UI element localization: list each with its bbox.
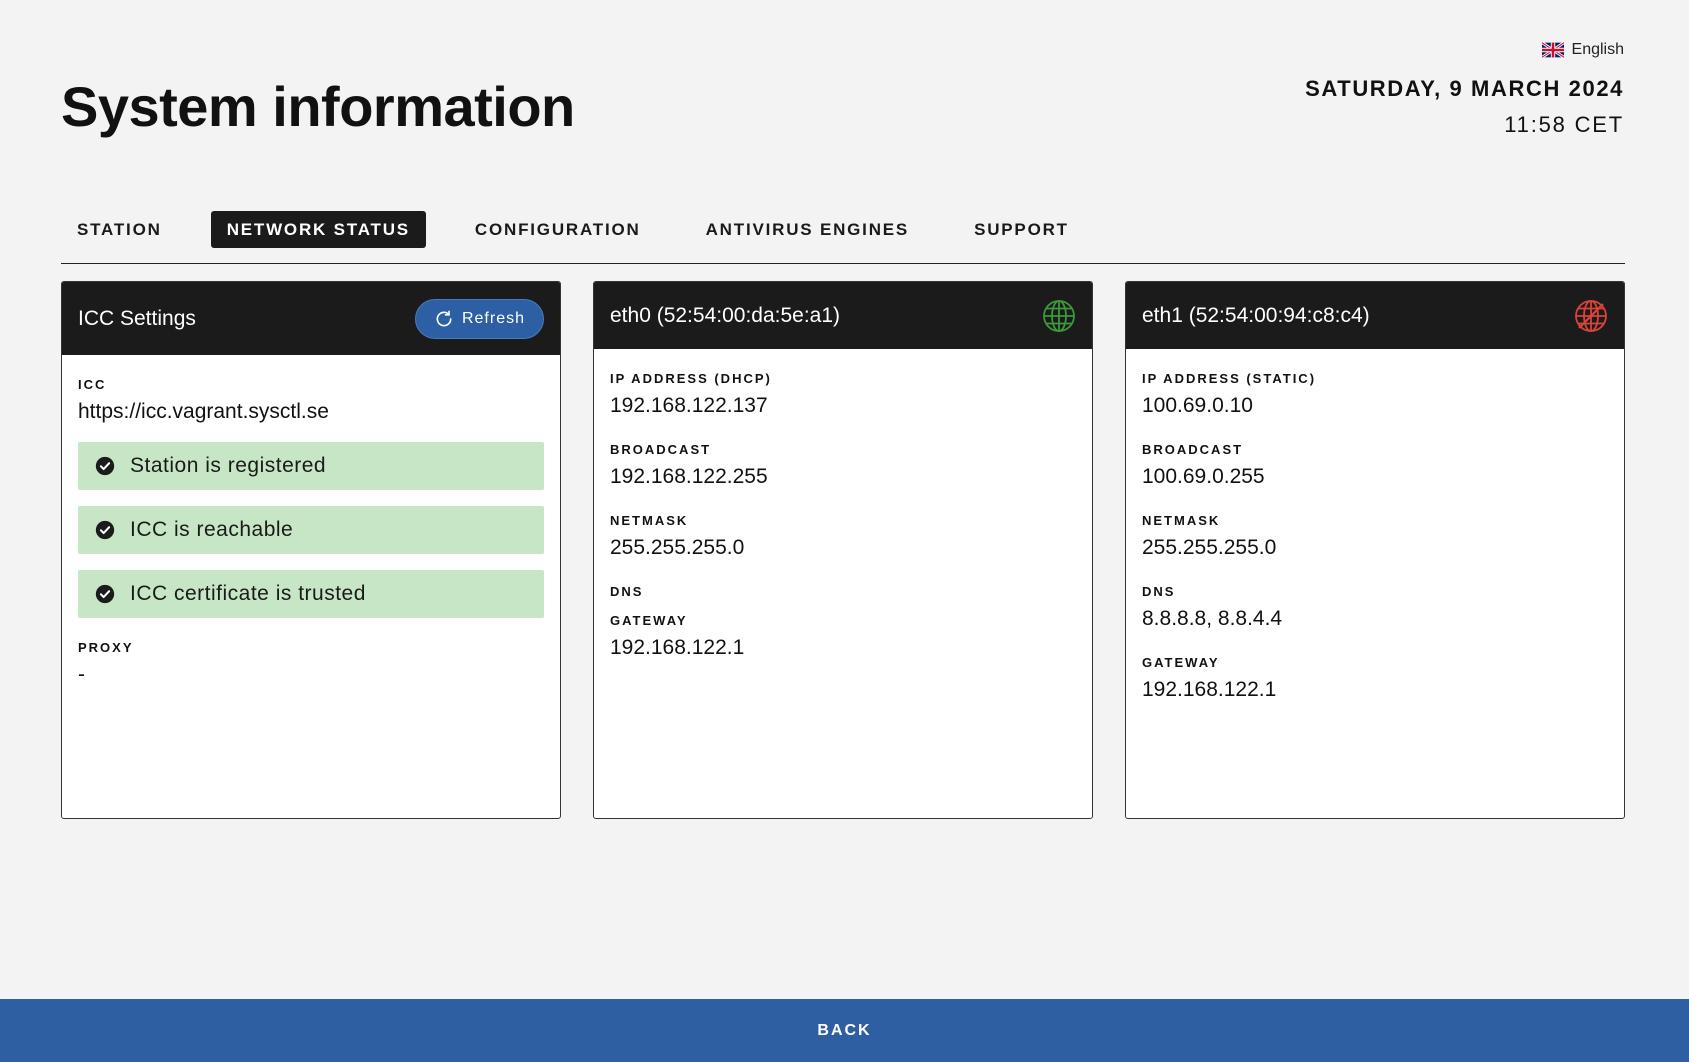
gateway-label: GATEWAY bbox=[1142, 655, 1220, 670]
icc-settings-card: ICC Settings Refresh ICC https://icc.vag… bbox=[61, 281, 561, 819]
icc-card-body: ICC https://icc.vagrant.sysctl.se Statio… bbox=[62, 355, 560, 729]
dns-value: 8.8.8.8, 8.8.4.4 bbox=[1142, 607, 1283, 630]
current-date: SATURDAY, 9 MARCH 2024 bbox=[1305, 76, 1624, 101]
status-text: Station is registered bbox=[130, 454, 327, 477]
ip-address-value: 100.69.0.10 bbox=[1142, 394, 1253, 417]
ip-address-label: IP ADDRESS (DHCP) bbox=[610, 371, 772, 386]
status-icc-reachable: ICC is reachable bbox=[78, 506, 544, 554]
tab-support[interactable]: SUPPORT bbox=[958, 211, 1085, 248]
page-title: System information bbox=[61, 75, 575, 138]
header-info: English SATURDAY, 9 MARCH 2024 11:58 CET bbox=[1305, 38, 1624, 138]
tab-network-status[interactable]: NETWORK STATUS bbox=[210, 211, 426, 248]
netmask-value: 255.255.255.0 bbox=[610, 536, 745, 559]
status-certificate-trusted: ICC certificate is trusted bbox=[78, 570, 544, 618]
ip-address-value: 192.168.122.137 bbox=[610, 394, 768, 417]
gateway-label: GATEWAY bbox=[610, 613, 688, 628]
netmask-label: NETMASK bbox=[1142, 513, 1221, 528]
refresh-label: Refresh bbox=[461, 309, 525, 327]
language-label: English bbox=[1571, 41, 1624, 58]
eth0-card: eth0 (52:54:00:da:5e:a1) IP ADDRESS (DHC… bbox=[593, 281, 1093, 819]
tab-station[interactable]: STATION bbox=[61, 211, 178, 248]
current-time: 11:58 CET bbox=[1504, 112, 1624, 137]
eth1-card: eth1 (52:54:00:94:c8:c4) IP ADDRESS (STA… bbox=[1125, 281, 1625, 819]
broadcast-value: 192.168.122.255 bbox=[610, 465, 768, 488]
eth1-card-title: eth1 (52:54:00:94:c8:c4) bbox=[1142, 303, 1370, 327]
broadcast-label: BROADCAST bbox=[1142, 442, 1244, 457]
dns-label: DNS bbox=[1142, 584, 1176, 599]
gateway-value: 192.168.122.1 bbox=[1142, 678, 1277, 701]
broadcast-label: BROADCAST bbox=[610, 442, 712, 457]
proxy-value: - bbox=[78, 663, 85, 686]
tab-divider bbox=[61, 263, 1625, 264]
eth0-card-title: eth0 (52:54:00:da:5e:a1) bbox=[610, 303, 841, 327]
netmask-value: 255.255.255.0 bbox=[1142, 536, 1277, 559]
uk-flag-icon bbox=[1541, 42, 1564, 58]
icc-url: https://icc.vagrant.sysctl.se bbox=[78, 400, 329, 423]
proxy-label: PROXY bbox=[78, 640, 134, 655]
refresh-icon bbox=[436, 310, 452, 326]
tab-configuration[interactable]: CONFIGURATION bbox=[459, 211, 657, 248]
icc-label: ICC bbox=[78, 377, 107, 392]
ip-address-label: IP ADDRESS (STATIC) bbox=[1142, 371, 1317, 386]
dns-label: DNS bbox=[610, 584, 644, 599]
back-button[interactable]: BACK bbox=[817, 1022, 871, 1040]
check-circle-icon bbox=[95, 456, 115, 476]
globe-connected-icon bbox=[1043, 299, 1075, 332]
icc-card-header: ICC Settings Refresh bbox=[62, 282, 560, 355]
check-circle-icon bbox=[95, 520, 115, 540]
status-station-registered: Station is registered bbox=[78, 442, 544, 490]
broadcast-value: 100.69.0.255 bbox=[1142, 465, 1265, 488]
system-info-page: System information English SATURDAY, 9 M… bbox=[0, 0, 1689, 1062]
icc-card-title: ICC Settings bbox=[78, 306, 196, 330]
eth0-card-body: IP ADDRESS (DHCP) 192.168.122.137 BROADC… bbox=[594, 349, 1092, 702]
check-circle-icon bbox=[95, 584, 115, 604]
eth1-card-body: IP ADDRESS (STATIC) 100.69.0.10 BROADCAS… bbox=[1126, 349, 1624, 744]
netmask-label: NETMASK bbox=[610, 513, 689, 528]
tab-antivirus-engines[interactable]: ANTIVIRUS ENGINES bbox=[690, 211, 925, 248]
eth1-card-header: eth1 (52:54:00:94:c8:c4) bbox=[1126, 282, 1624, 349]
status-text: ICC is reachable bbox=[130, 518, 294, 541]
globe-disconnected-icon bbox=[1575, 299, 1607, 332]
footer-bar: BACK bbox=[0, 999, 1689, 1062]
gateway-value: 192.168.122.1 bbox=[610, 636, 745, 659]
tab-bar: STATION NETWORK STATUS CONFIGURATION ANT… bbox=[61, 211, 1118, 248]
eth0-card-header: eth0 (52:54:00:da:5e:a1) bbox=[594, 282, 1092, 349]
language-selector[interactable]: English bbox=[1305, 38, 1624, 62]
status-text: ICC certificate is trusted bbox=[130, 582, 366, 605]
refresh-button[interactable]: Refresh bbox=[414, 298, 544, 339]
